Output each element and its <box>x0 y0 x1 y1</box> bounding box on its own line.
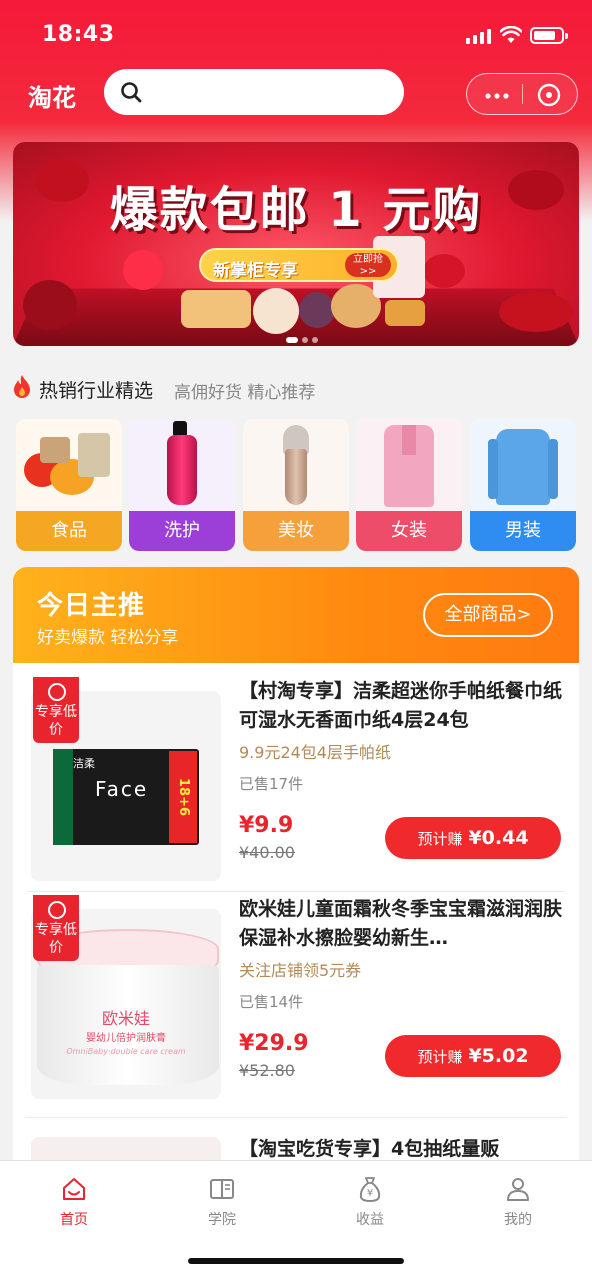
today-featured-card: 今日主推 好卖爆款 轻松分享 全部商品> 洁柔 Face 18+6 专享低价 【… <box>13 567 579 1167</box>
product-desc: 关注店铺领5元券 <box>239 961 362 980</box>
user-icon <box>507 1178 529 1201</box>
tab-earnings[interactable]: ¥ 收益 <box>320 1175 420 1235</box>
today-title: 今日主推 <box>37 591 146 621</box>
banner-pagination <box>286 328 322 343</box>
category-image <box>356 419 462 511</box>
category-womens[interactable]: 女装 <box>356 419 462 551</box>
home-icon <box>63 1178 85 1200</box>
signal-icon <box>466 28 492 44</box>
product-item[interactable]: 欧米娃 婴幼儿倍护润肤膏 OmniBaby·double care cream … <box>13 895 579 1105</box>
exclusive-low-price-badge: 专享低价 <box>33 677 79 743</box>
search-input[interactable] <box>104 69 404 115</box>
earn-label: 预计赚 <box>417 1048 463 1066</box>
product-price: ¥29.9 <box>239 1031 309 1056</box>
grab-now-button[interactable]: 立即抢 >> <box>345 253 391 277</box>
all-products-button[interactable]: 全部商品> <box>423 593 553 637</box>
product-face-label: Face <box>95 777 149 801</box>
product-title: 【村淘专享】洁柔超迷你手帕纸餐巾纸可湿水无香面巾纸4层24包 <box>239 680 563 731</box>
status-bar: 18:43 <box>0 18 592 54</box>
product-count-badge: 18+6 <box>169 751 197 843</box>
banner-decor <box>423 254 465 288</box>
capsule-divider <box>522 84 523 104</box>
category-care[interactable]: 洗护 <box>129 419 235 551</box>
earn-amount: ¥5.02 <box>468 1045 529 1067</box>
banner-food <box>181 290 251 328</box>
today-header: 今日主推 好卖爆款 轻松分享 全部商品> <box>13 567 579 663</box>
tab-mine[interactable]: 我的 <box>468 1175 568 1235</box>
estimated-earn-button[interactable]: 预计赚 ¥5.02 <box>385 1035 561 1077</box>
product-old-price: ¥52.80 <box>239 1061 295 1080</box>
exclusive-low-price-badge: 专享低价 <box>33 895 79 961</box>
product-brand-label: 欧米娃 <box>101 1009 150 1028</box>
book-icon <box>210 1179 234 1199</box>
divider <box>26 891 566 892</box>
divider <box>26 1117 566 1118</box>
category-mens[interactable]: 男装 <box>470 419 576 551</box>
battery-icon <box>530 27 568 44</box>
hot-section-subtitle: 高佣好货 精心推荐 <box>174 383 316 403</box>
search-icon <box>121 82 142 103</box>
fire-icon <box>14 375 30 398</box>
wifi-icon <box>500 26 522 43</box>
category-label: 洗护 <box>129 511 235 551</box>
product-desc: 9.9元24包4层手帕纸 <box>239 743 391 762</box>
close-icon[interactable] <box>537 83 561 107</box>
category-list: 食品 洗护 美妆 女装 男装 <box>16 419 576 551</box>
today-subtitle: 好卖爆款 轻松分享 <box>37 628 179 648</box>
banner-decor <box>23 280 77 330</box>
mini-program-capsule <box>466 73 578 115</box>
estimated-earn-button[interactable]: 预计赚 ¥0.44 <box>385 817 561 859</box>
product-title: 欧米娃儿童面霜秋冬季宝宝霜滋润润肤保湿补水擦脸婴幼新生… <box>239 898 563 949</box>
home-indicator <box>188 1258 404 1264</box>
category-image <box>129 419 235 511</box>
product-en-label: OmniBaby·double care cream <box>66 1047 186 1056</box>
pagination-dot[interactable] <box>302 337 308 343</box>
earn-amount: ¥0.44 <box>468 827 529 849</box>
banner-pill-text: 新掌柜专享 <box>213 261 298 281</box>
category-label: 美妆 <box>243 511 349 551</box>
product-sold: 已售14件 <box>239 993 304 1011</box>
product-price: ¥9.9 <box>239 813 294 838</box>
status-time: 18:43 <box>42 22 115 47</box>
product-sub-label: 婴幼儿倍护润肤膏 <box>86 1033 166 1044</box>
banner-decor <box>499 292 573 332</box>
money-bag-icon: ¥ <box>359 1177 381 1203</box>
brand-title: 淘花 <box>28 84 76 112</box>
category-label: 食品 <box>16 511 122 551</box>
product-item[interactable]: 洁柔 Face 18+6 专享低价 【村淘专享】洁柔超迷你手帕纸餐巾纸可湿水无香… <box>13 677 579 887</box>
category-image <box>16 419 122 511</box>
banner-food <box>385 300 425 326</box>
banner-decor <box>123 250 163 290</box>
tab-home[interactable]: 首页 <box>24 1175 124 1235</box>
pagination-dot[interactable] <box>312 337 318 343</box>
category-image <box>243 419 349 511</box>
product-brand-label: 洁柔 <box>73 757 95 770</box>
hot-section-title: 热销行业精选 <box>39 380 154 402</box>
banner-food <box>299 292 335 328</box>
tab-label: 我的 <box>504 1212 532 1228</box>
banner-pill[interactable]: 新掌柜专享 立即抢 >> <box>199 248 399 282</box>
earn-label: 预计赚 <box>417 830 463 848</box>
tab-label: 首页 <box>60 1212 88 1228</box>
category-food[interactable]: 食品 <box>16 419 122 551</box>
promo-banner[interactable]: 爆款包邮 1 元购 新掌柜专享 立即抢 >> <box>13 142 579 346</box>
svg-text:¥: ¥ <box>367 1188 373 1199</box>
tab-label: 学院 <box>208 1212 236 1228</box>
product-old-price: ¥40.00 <box>239 843 295 862</box>
category-label: 女装 <box>356 511 462 551</box>
product-sold: 已售17件 <box>239 775 304 793</box>
banner-title: 爆款包邮 1 元购 <box>109 182 483 238</box>
category-beauty[interactable]: 美妆 <box>243 419 349 551</box>
tab-academy[interactable]: 学院 <box>172 1175 272 1235</box>
tab-label: 收益 <box>356 1212 384 1228</box>
pagination-dot[interactable] <box>286 337 298 343</box>
more-icon[interactable] <box>484 93 510 99</box>
category-image <box>470 419 576 511</box>
category-label: 男装 <box>470 511 576 551</box>
